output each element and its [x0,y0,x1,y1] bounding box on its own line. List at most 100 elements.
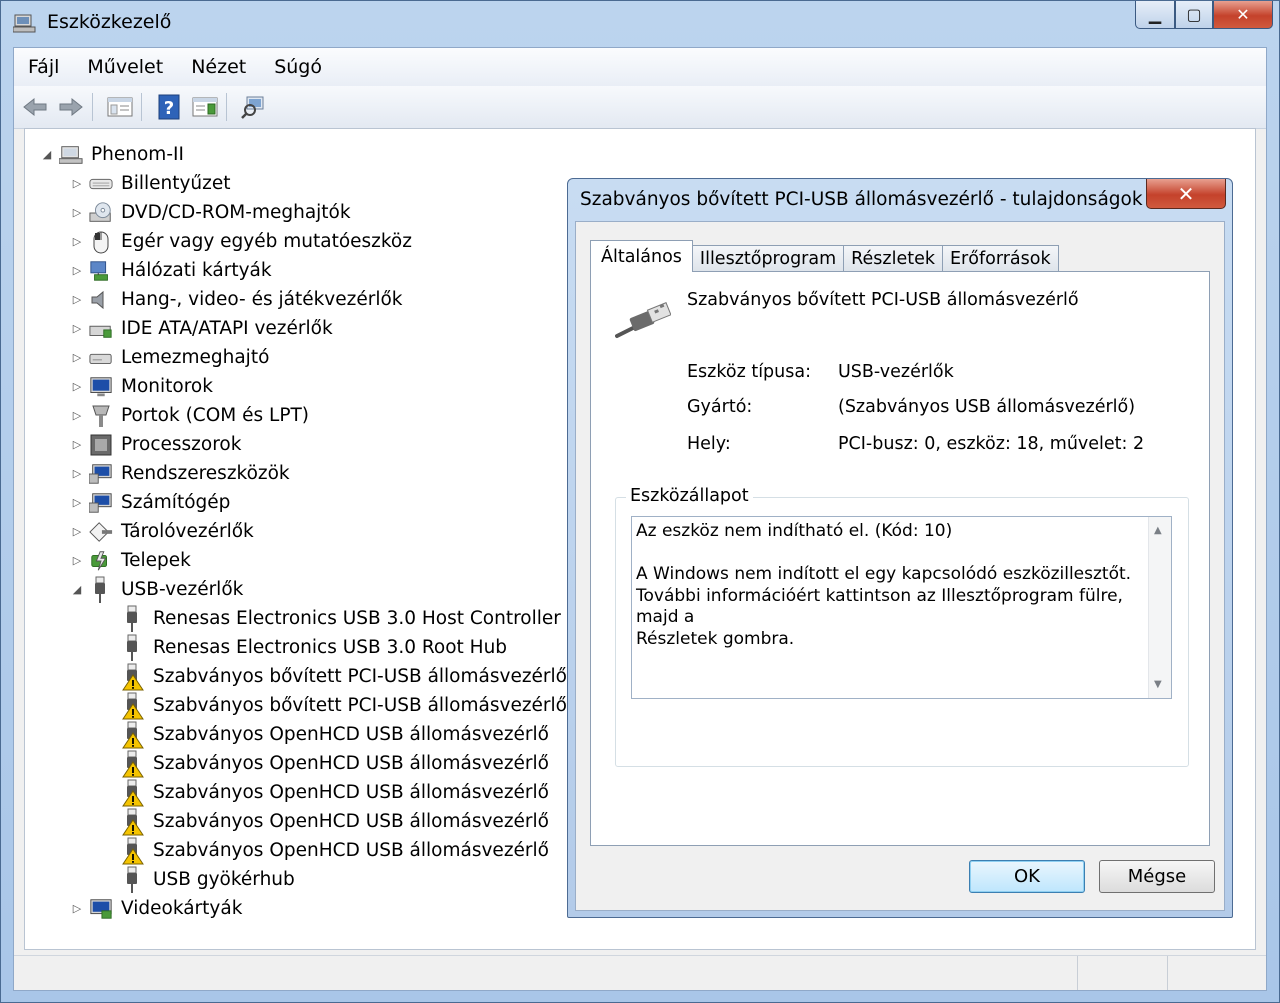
tree-category-telepek[interactable]: ▷ Telepek [71,546,191,575]
expand-icon[interactable]: ▷ [71,467,83,480]
tree-category-label: Tárolóvezérlők [121,521,254,542]
billentyuzet-icon [89,172,113,196]
tree-device-item[interactable]: Szabványos OpenHCD USB állomásvezérlő [121,720,549,749]
menu-bar: Fájl Művelet Nézet Súgó [14,48,1266,87]
tree-category-label: Lemezmeghajtó [121,347,270,368]
tree-category-eger-vagy-egyeb-mutatoeszkoz[interactable]: ▷ Egér vagy egyéb mutatóeszköz [71,227,412,256]
tree-category-portok-com-es-lpt[interactable]: ▷ Portok (COM és LPT) [71,401,309,430]
szamitogep-icon [89,491,113,515]
dialog-close-button[interactable]: ✕ [1146,179,1226,209]
expand-icon[interactable]: ▷ [71,322,83,335]
expand-icon[interactable]: ▷ [71,235,83,248]
usb-plug-icon [615,302,672,347]
usb-warning-icon [121,692,145,719]
tab-driver[interactable]: Illesztőprogram [691,245,845,272]
expand-icon[interactable]: ▷ [71,351,83,364]
close-icon: ✕ [1236,5,1250,24]
device-manager-icon [12,13,37,33]
close-button[interactable]: ✕ [1213,1,1273,29]
tree-device-item[interactable]: Szabványos OpenHCD USB állomásvezérlő [121,807,549,836]
tree-device-item[interactable]: Szabványos bővített PCI-USB állomásvezér… [121,662,567,691]
tree-category-label: Videokártyák [121,898,243,919]
expand-icon[interactable]: ▷ [71,177,83,190]
tree-category-videokartyak[interactable]: ▷ Videokártyák [71,894,243,923]
menu-help[interactable]: Súgó [260,56,336,78]
tree-device-item[interactable]: USB gyökérhub [121,865,295,894]
collapse-icon[interactable]: ◢ [71,583,83,596]
expand-icon[interactable]: ▷ [71,264,83,277]
tree-device-item[interactable]: Szabványos OpenHCD USB állomásvezérlő [121,749,549,778]
menu-action[interactable]: Művelet [73,56,177,78]
expand-icon[interactable]: ▷ [71,554,83,567]
collapse-icon[interactable]: ◢ [41,148,53,161]
expand-icon[interactable]: ▷ [71,438,83,451]
tree-category-ide-ata-atapi-vezerlok[interactable]: ▷ IDE ATA/ATAPI vezérlők [71,314,333,343]
tree-device-item[interactable]: Szabványos bővített PCI-USB állomásvezér… [121,691,567,720]
expand-icon[interactable]: ▷ [71,293,83,306]
tree-category-label: Portok (COM és LPT) [121,405,310,426]
tree-category-label: Monitorok [121,376,213,397]
back-button[interactable] [20,92,50,122]
tree-category-tarolovezerlok[interactable]: ▷ Tárolóvezérlők [71,517,254,546]
location-label: Hely: [687,434,731,454]
expand-icon[interactable]: ▷ [71,409,83,422]
expand-icon[interactable]: ▷ [71,380,83,393]
lemezmeghajto-icon [89,346,113,370]
scroll-down-icon[interactable]: ▼ [1154,679,1162,690]
scan-hardware-button[interactable] [239,92,269,122]
status-bar [14,955,1266,990]
tree-category-billentyuzet[interactable]: ▷ Billentyűzet [71,169,231,198]
expand-icon[interactable]: ▷ [71,206,83,219]
tab-general[interactable]: Általános [590,240,693,272]
tree-category-label: USB-vezérlők [121,579,244,600]
tree-category-dvd-cd-rom-meghajtok[interactable]: ▷ DVD/CD-ROM-meghajtók [71,198,351,227]
cancel-button[interactable]: Mégse [1099,860,1215,893]
show-hide-tree-button[interactable] [105,92,135,122]
forward-button[interactable] [56,92,86,122]
tab-resources[interactable]: Erőforrások [942,245,1059,272]
expand-icon[interactable]: ▷ [71,496,83,509]
tree-category-szamitogep[interactable]: ▷ Számítógép [71,488,231,517]
tree-device-item[interactable]: Szabványos OpenHCD USB állomásvezérlő [121,836,549,865]
tree-category-hang-video-es-jatekvezerlok[interactable]: ▷ Hang-, video- és játékvezérlők [71,285,403,314]
expand-icon[interactable]: ▷ [71,902,83,915]
device-status-label: Eszközállapot [626,486,753,506]
tree-category-usb-vezerlok[interactable]: ◢ USB-vezérlők [71,575,243,604]
device-status-text: Az eszköz nem indítható el. (Kód: 10) A … [636,521,1132,649]
tree-device-label: Szabványos bővített PCI-USB állomásvezér… [153,666,567,687]
tree-category-rendszereszkozok[interactable]: ▷ Rendszereszközök [71,459,290,488]
location-value: PCI-busz: 0, eszköz: 18, művelet: 2 [838,434,1145,454]
ok-button[interactable]: OK [969,860,1085,893]
tree-root[interactable]: ◢ Phenom-II [41,140,184,169]
tree-category-label: Számítógép [121,492,231,513]
telepek-icon [89,549,113,573]
tree-device-item[interactable]: Renesas Electronics USB 3.0 Root Hub [121,633,507,662]
tree-category-monitorok[interactable]: ▷ Monitorok [71,372,213,401]
manufacturer-value: (Szabványos USB állomásvezérlő) [838,397,1136,417]
status-segment [1078,956,1168,990]
maximize-button[interactable]: ▢ [1175,1,1213,29]
help-button[interactable]: ? [154,92,184,122]
tree-device-item[interactable]: Szabványos OpenHCD USB állomásvezérlő [121,778,549,807]
tree-category-lemezmeghajto[interactable]: ▷ Lemezmeghajtó [71,343,270,372]
menu-file[interactable]: Fájl [14,56,73,78]
scroll-up-icon[interactable]: ▲ [1154,525,1162,536]
device-status-textbox[interactable]: Az eszköz nem indítható el. (Kód: 10) A … [631,516,1172,699]
minimize-button[interactable]: ▁ [1135,1,1175,29]
toolbar-separator [141,93,142,121]
maximize-icon: ▢ [1186,5,1202,24]
usb-warning-icon [121,721,145,748]
dialog-body: Általános Illesztőprogram Részletek Erőf… [575,221,1225,911]
title-bar[interactable]: Eszközkezelő ▁ ▢ ✕ [1,1,1279,45]
tree-category-processzorok[interactable]: ▷ Processzorok [71,430,241,459]
menu-view[interactable]: Nézet [177,56,260,78]
device-status-group: Eszközállapot Az eszköz nem indítható el… [615,486,1189,767]
expand-icon[interactable]: ▷ [71,525,83,538]
action-pane-button[interactable] [190,92,220,122]
status-scrollbar[interactable]: ▲ ▼ [1148,517,1171,698]
tree-category-halozati-kartyak[interactable]: ▷ Hálózati kártyák [71,256,272,285]
tab-details[interactable]: Részletek [843,245,943,272]
rendszereszkozok-icon [89,462,113,486]
usb-warning-icon [121,663,145,690]
tree-device-item[interactable]: Renesas Electronics USB 3.0 Host Control… [121,604,561,633]
